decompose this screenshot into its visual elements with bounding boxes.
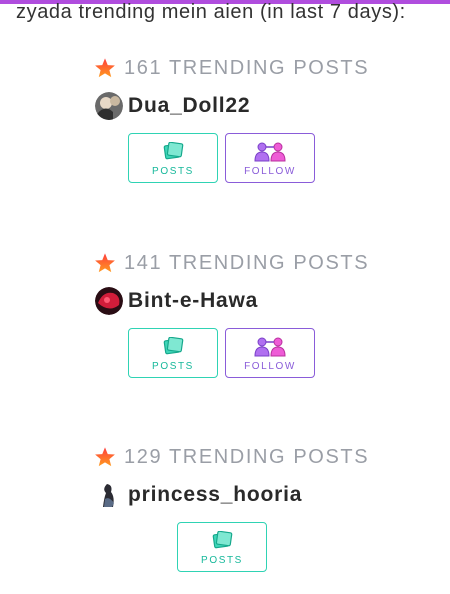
avatar[interactable] [95, 287, 123, 315]
trending-user-entry: 161 TRENDING POSTS Dua_Doll22 POSTS FOLL… [0, 55, 450, 205]
notes-icon [163, 337, 184, 355]
star-icon [95, 253, 115, 273]
trending-user-entry: 129 TRENDING POSTS princess_hooria POSTS [0, 444, 450, 594]
posts-button-label: POSTS [152, 166, 194, 177]
notes-icon [212, 531, 233, 549]
user-row[interactable]: Dua_Doll22 [95, 91, 250, 121]
trending-count-row: 161 TRENDING POSTS [94, 55, 369, 81]
avatar[interactable] [95, 92, 123, 120]
trending-count-text: 129 TRENDING POSTS [124, 445, 370, 468]
follow-button-label: FOLLOW [244, 361, 296, 372]
username[interactable]: princess_hooria [128, 483, 302, 507]
people-link-icon [254, 337, 286, 357]
trending-count-row: 141 TRENDING POSTS [94, 250, 369, 276]
trending-count-text: 141 TRENDING POSTS [124, 251, 370, 274]
trending-count-row: 129 TRENDING POSTS [94, 444, 369, 470]
star-icon [95, 58, 115, 78]
people-link-icon [254, 142, 286, 162]
trending-count-text: 161 TRENDING POSTS [124, 56, 370, 79]
follow-button[interactable]: FOLLOW [225, 133, 315, 183]
section-intro-text: zyada trending mein aien (in last 7 days… [16, 1, 406, 23]
posts-button-label: POSTS [201, 555, 243, 566]
follow-button-label: FOLLOW [244, 166, 296, 177]
avatar[interactable] [95, 481, 123, 509]
notes-icon [163, 142, 184, 160]
follow-button[interactable]: FOLLOW [225, 328, 315, 378]
posts-button-label: POSTS [152, 361, 194, 372]
posts-button[interactable]: POSTS [128, 133, 218, 183]
posts-button[interactable]: POSTS [128, 328, 218, 378]
star-icon [95, 447, 115, 467]
username[interactable]: Bint-e-Hawa [128, 289, 258, 313]
trending-user-entry: 141 TRENDING POSTS Bint-e-Hawa POSTS FOL… [0, 250, 450, 400]
username[interactable]: Dua_Doll22 [128, 94, 250, 118]
user-row[interactable]: princess_hooria [95, 480, 302, 510]
user-row[interactable]: Bint-e-Hawa [95, 286, 258, 316]
